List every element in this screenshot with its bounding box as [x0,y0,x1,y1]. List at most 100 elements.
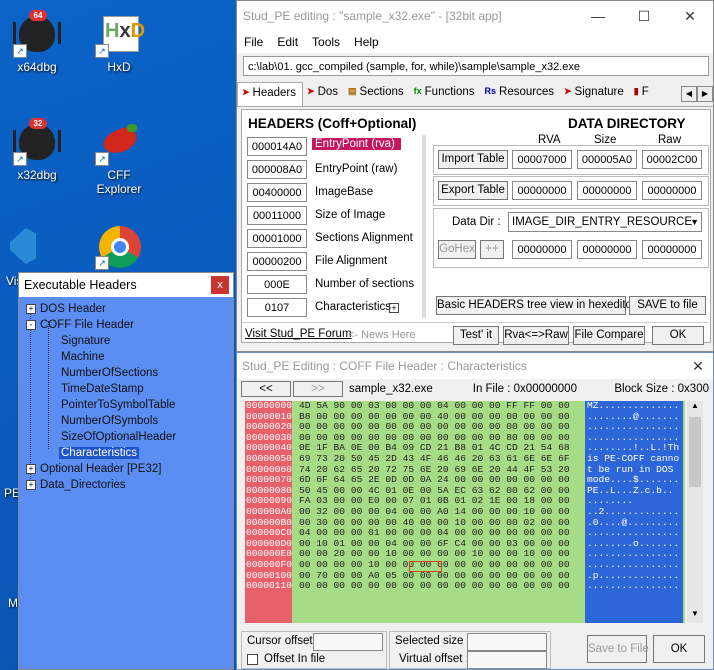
tab-sections[interactable]: ▤ Sections [344,82,410,106]
tab-functions[interactable]: fx Functions [410,82,481,106]
basic-headers-tree-button[interactable]: Basic HEADERS tree view in hexeditor [436,296,636,315]
import-raw-value[interactable]: 00002C00 [642,150,702,169]
hex-dump[interactable]: 00000000 00000010 00000020 00000030 00000040… [245,400,685,623]
tree-node-signature[interactable]: Signature [61,335,110,347]
section-alignment-value[interactable]: 00001000 [247,229,307,248]
tab-resources[interactable]: Rs Resources [481,82,560,106]
desktop-icon-cff-explorer[interactable]: ↗ CFF Explorer [84,118,154,196]
fields-scrollbar[interactable] [422,135,426,318]
tree-close-icon[interactable]: x [211,276,229,294]
test-it-button[interactable]: Test' it [453,326,499,345]
entrypoint-rva-label[interactable]: EntryPoint (rva) [312,138,401,150]
hex-ascii-column[interactable]: MZ.............. ........@...............… [585,400,683,623]
vscode-icon [2,222,38,270]
tree-node-pointer-to-symbol-table[interactable]: PointerToSymbolTable [61,399,175,411]
characteristics-expand-icon[interactable]: + [389,303,399,313]
minimize-button[interactable]: — [575,8,621,24]
tab-signature[interactable]: ➤ Signature [560,82,630,106]
tab-f[interactable]: ▮ F [630,82,655,106]
tree-node-characteristics[interactable]: Characteristics [59,447,140,459]
export-rva-value[interactable]: 00000000 [512,181,572,200]
tree-node-dos-header[interactable]: + DOS Header [26,303,106,315]
entrypoint-rva-value[interactable]: 000014A0 [247,137,307,156]
file-alignment-value[interactable]: 00000200 [247,252,307,271]
virtual-offset-field[interactable] [467,651,547,669]
hex-ascii-row[interactable]: ..2............. [585,506,683,518]
file-path-field[interactable]: c:\lab\01. gcc_compiled (sample, for, wh… [243,56,709,76]
import-size-value[interactable]: 000005A0 [577,150,637,169]
export-table-button[interactable]: Export Table [438,181,508,200]
datadir-rva-value[interactable]: 00000000 [512,240,572,259]
size-of-image-value[interactable]: 00011000 [247,206,307,225]
tab-headers[interactable]: ➤ Headers [237,82,304,106]
cursor-offset-field[interactable] [313,633,383,651]
tree-node-size-of-optional-header[interactable]: SizeOfOptionalHeader [61,431,176,443]
scroll-thumb[interactable] [689,417,701,487]
close-button[interactable]: ✕ [667,8,713,25]
scroll-down-icon[interactable]: ▼ [687,609,703,623]
hex-ascii-row[interactable]: ................ [585,559,683,571]
menu-tools[interactable]: Tools [305,35,347,49]
number-of-sections-value[interactable]: 000E [247,275,307,294]
maximize-button[interactable]: ☐ [621,8,667,25]
collapse-icon[interactable]: - [26,320,36,330]
hex-close-icon[interactable]: ✕ [683,358,713,375]
ok-button[interactable]: OK [652,326,704,345]
hex-byte-row[interactable]: 00 32 00 00 00 04 00 00 A0 14 00 00 00 1… [299,506,570,518]
scroll-up-icon[interactable]: ▲ [687,401,703,415]
executable-headers-window: Executable Headers x + DOS Header - COFF F… [18,272,234,670]
menu-edit[interactable]: Edit [270,35,305,49]
desktop-icon-hxd[interactable]: HxD ↗ HxD [84,10,154,74]
characteristics-value[interactable]: 0107 [247,298,307,317]
hex-ascii-row[interactable]: is PE-COFF canno [585,453,683,465]
data-dir-select[interactable]: IMAGE_DIR_ENTRY_RESOURCE ▼ [508,212,702,232]
tree-node-coff-file-header[interactable]: - COFF File Header [26,319,134,331]
import-rva-value[interactable]: 00007000 [512,150,572,169]
tree-node-number-of-symbols[interactable]: NumberOfSymbols [61,415,158,427]
datadir-raw-value[interactable]: 00000000 [642,240,702,259]
hex-vertical-scrollbar[interactable]: ▲ ▼ [687,401,703,623]
hex-titlebar: Stud_PE Editing : COFF File Header : Cha… [237,353,713,379]
desktop-icon-chrome[interactable]: ↗ [84,222,154,272]
selected-size-field[interactable] [467,633,547,651]
hex-ascii-row[interactable]: ................ [585,580,683,592]
plus-plus-button[interactable]: ++ [480,240,504,259]
hex-ok-button[interactable]: OK [653,635,705,663]
export-size-value[interactable]: 00000000 [577,181,637,200]
hex-file-name: sample_x32.exe [349,383,433,395]
import-table-button[interactable]: Import Table [438,150,508,169]
tab-dos[interactable]: ➤ Dos [303,82,344,106]
file-compare-button[interactable]: File Compare [573,326,645,345]
hex-prev-button[interactable]: << [241,381,291,397]
tree-node-optional-header[interactable]: + Optional Header [PE32] [26,463,161,475]
datadir-size-value[interactable]: 00000000 [577,240,637,259]
menu-file[interactable]: File [237,35,270,49]
expand-icon[interactable]: + [26,304,36,314]
desktop-icon-x64dbg[interactable]: 64 ↗ x64dbg [2,10,72,74]
imagebase-value[interactable]: 00400000 [247,183,307,202]
menu-help[interactable]: Help [347,35,386,49]
expand-icon[interactable]: + [26,480,36,490]
tab-scroll-left-icon[interactable]: ◀ [681,86,697,102]
tree-node-machine[interactable]: Machine [61,351,104,363]
hex-byte-row[interactable]: 4D 5A 90 00 03 00 00 00 04 00 00 00 FF F… [299,400,570,412]
hex-next-button[interactable]: >> [293,381,343,397]
tree-node-number-of-sections[interactable]: NumberOfSections [61,367,158,379]
gohex-button[interactable]: GoHex [438,240,476,259]
desktop-icon-x32dbg[interactable]: 32 ↗ x32dbg [2,118,72,182]
tab-scroll-right-icon[interactable]: ▶ [697,86,713,102]
desktop-icon-vscode[interactable]: Vis [2,222,38,288]
visit-forum-link[interactable]: Visit Stud_PE Forum [245,328,352,340]
rva-raw-button[interactable]: Rva<=>Raw [503,326,569,345]
tree-node-data-directories[interactable]: + Data_Directories [26,479,126,491]
offset-in-file-checkbox[interactable] [247,654,258,665]
expand-icon[interactable]: + [26,464,36,474]
tree-node-time-date-stamp[interactable]: TimeDateStamp [61,383,144,395]
save-to-file-button[interactable]: SAVE to file [629,296,706,315]
export-raw-value[interactable]: 00000000 [642,181,702,200]
save-to-file-button[interactable]: Save to File [587,635,649,663]
entrypoint-raw-value[interactable]: 000008A0 [247,160,307,179]
hex-byte-row[interactable]: 00 00 00 00 00 00 00 00 00 00 00 00 00 0… [299,580,570,592]
hex-byte-row[interactable]: 69 73 20 50 45 2D 43 4F 46 46 20 63 61 6… [299,453,570,465]
hex-ascii-row[interactable]: MZ.............. [585,400,683,412]
